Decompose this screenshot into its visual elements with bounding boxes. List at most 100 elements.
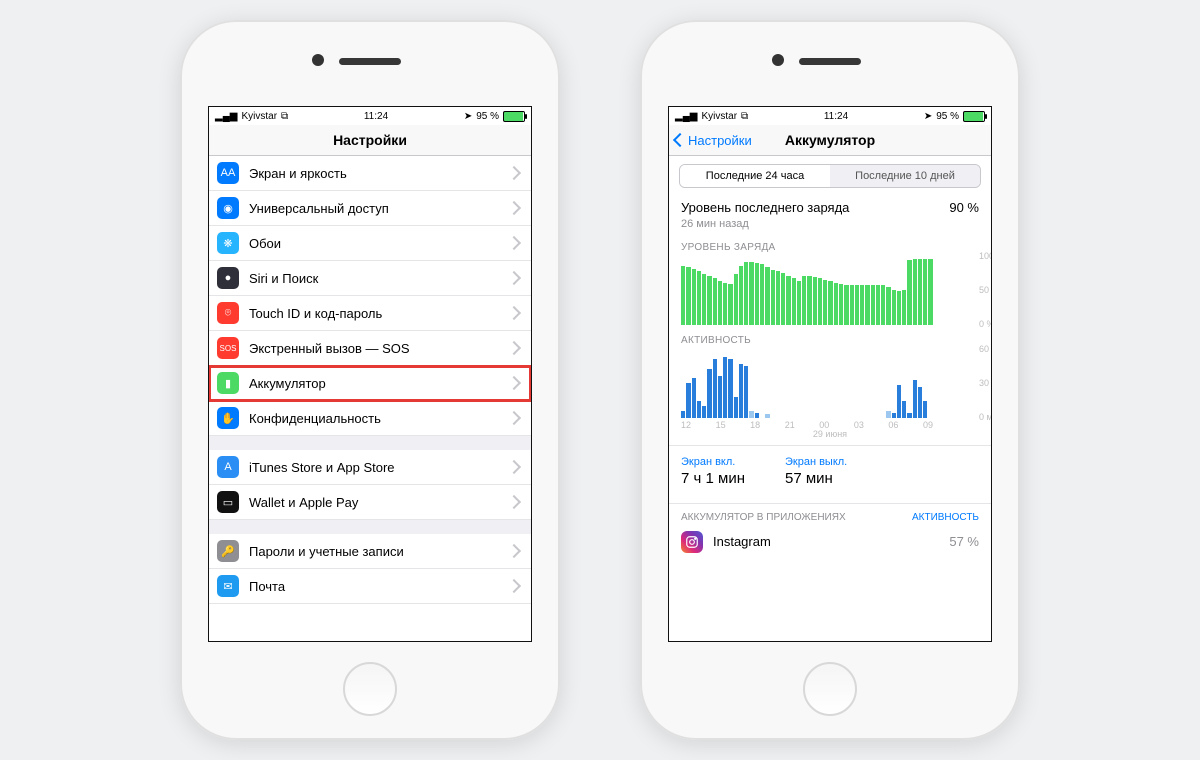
status-time: 11:24 xyxy=(364,111,388,122)
segmented-control[interactable]: Последние 24 часа Последние 10 дней xyxy=(669,156,991,196)
activity-header: АКТИВНОСТЬ xyxy=(669,325,991,348)
phone-right: ▂▄▆ Kyivstar ⧉ 11:24 ➤ 95 % Настройки Аккум… xyxy=(640,20,1020,740)
last-charge-label: Уровень последнего заряда xyxy=(681,200,849,216)
settings-row[interactable]: ▭ Wallet и Apple Pay xyxy=(209,485,531,520)
settings-row[interactable]: ◉ Универсальный доступ xyxy=(209,191,531,226)
row-icon: ⌾ xyxy=(217,302,239,324)
instagram-icon xyxy=(681,531,703,553)
x-date: 29 июня xyxy=(669,429,991,439)
battery-icon xyxy=(503,111,525,122)
back-label: Настройки xyxy=(688,133,752,148)
row-label: iTunes Store и App Store xyxy=(249,460,509,475)
location-icon: ➤ xyxy=(924,111,932,122)
charge-chart: 100 % 50 % 0 % xyxy=(681,255,979,325)
settings-row[interactable]: AiTunes Store и App Store xyxy=(209,436,531,485)
chevron-right-icon xyxy=(507,166,521,180)
page-title: Настройки xyxy=(333,132,407,148)
activity-link[interactable]: АКТИВНОСТЬ xyxy=(912,512,979,523)
chevron-right-icon xyxy=(507,306,521,320)
location-icon: ➤ xyxy=(464,111,472,122)
tab-10d[interactable]: Последние 10 дней xyxy=(830,165,980,187)
row-icon: AA xyxy=(217,162,239,184)
settings-row[interactable]: ✉Почта xyxy=(209,569,531,604)
usage-row: Экран вкл. 7 ч 1 мин Экран выкл. 57 мин xyxy=(669,446,991,497)
chevron-right-icon xyxy=(507,236,521,250)
settings-row[interactable]: AAЭкран и яркость xyxy=(209,156,531,191)
battery-pct: 95 % xyxy=(936,111,959,122)
row-icon: SOS xyxy=(217,337,239,359)
row-icon: ✉ xyxy=(217,575,239,597)
status-bar: ▂▄▆ Kyivstar ⧉ 11:24 ➤ 95 % xyxy=(209,107,531,125)
ytick: 0 мин xyxy=(979,412,992,422)
row-label: Универсальный доступ xyxy=(249,201,509,216)
row-label: Обои xyxy=(249,236,509,251)
chevron-right-icon xyxy=(507,544,521,558)
row-label: Конфиденциальность xyxy=(249,411,509,426)
ytick: 100 % xyxy=(979,251,992,261)
chevron-right-icon xyxy=(507,376,521,390)
activity-chart: 60 мин 30 мин 0 мин xyxy=(681,348,979,418)
stage: ▂▄▆Kyivstar⧉ 11:24 ➤95 % Настройки AAЭкр… xyxy=(0,0,1200,760)
settings-row[interactable]: ✋Конфиденциальность xyxy=(209,401,531,436)
carrier-label: Kyivstar xyxy=(241,111,277,122)
nav-bar: Настройки xyxy=(209,125,531,156)
nav-bar: Настройки Аккумулятор xyxy=(669,125,991,156)
row-icon: ▮ xyxy=(217,372,239,394)
ytick: 0 % xyxy=(979,319,992,329)
row-label: Аккумулятор xyxy=(249,376,509,391)
ytick: 60 мин xyxy=(979,344,992,354)
apps-header: АККУМУЛЯТОР В ПРИЛОЖЕНИЯХ АКТИВНОСТЬ xyxy=(669,504,991,527)
row-icon: A xyxy=(217,456,239,478)
speaker-slot xyxy=(339,58,401,65)
wifi-icon: ⧉ xyxy=(281,111,288,122)
row-icon: 🔑 xyxy=(217,540,239,562)
chevron-right-icon xyxy=(507,341,521,355)
row-label: Wallet и Apple Pay xyxy=(249,495,509,510)
signal-icon: ▂▄▆ xyxy=(675,111,697,122)
tab-24h[interactable]: Последние 24 часа xyxy=(680,165,830,187)
camera-dot xyxy=(312,54,324,66)
chevron-right-icon xyxy=(507,271,521,285)
screen-on-label: Экран вкл. xyxy=(681,456,745,468)
row-label: Экстренный вызов — SOS xyxy=(249,341,509,356)
battery-icon xyxy=(963,111,985,122)
carrier-label: Kyivstar xyxy=(701,111,737,122)
status-bar: ▂▄▆ Kyivstar ⧉ 11:24 ➤ 95 % xyxy=(669,107,991,125)
camera-dot xyxy=(772,54,784,66)
row-label: Siri и Поиск xyxy=(249,271,509,286)
chevron-right-icon xyxy=(507,579,521,593)
wifi-icon: ⧉ xyxy=(741,111,748,122)
settings-row[interactable]: ⌾Touch ID и код-пароль xyxy=(209,296,531,331)
settings-row[interactable]: ● Siri и Поиск xyxy=(209,261,531,296)
battery-pct: 95 % xyxy=(476,111,499,122)
status-time: 11:24 xyxy=(824,111,848,122)
signal-icon: ▂▄▆ xyxy=(215,111,237,122)
last-charge-block: Уровень последнего заряда 90 % 26 мин на… xyxy=(669,196,991,232)
screen-off-value: 57 мин xyxy=(785,470,847,487)
settings-list: AAЭкран и яркость ◉ Универсальный доступ ❋ О… xyxy=(209,156,531,604)
row-icon: ● xyxy=(217,267,239,289)
row-icon: ▭ xyxy=(217,491,239,513)
page-title: Аккумулятор xyxy=(785,132,875,148)
screen-on-value: 7 ч 1 мин xyxy=(681,470,745,487)
apps-header-label: АККУМУЛЯТОР В ПРИЛОЖЕНИЯХ xyxy=(681,512,846,523)
speaker-slot xyxy=(799,58,861,65)
settings-row[interactable]: 🔑 Пароли и учетные записи xyxy=(209,520,531,569)
app-row[interactable]: Instagram 57 % xyxy=(669,527,991,557)
settings-row[interactable]: SOS Экстренный вызов — SOS xyxy=(209,331,531,366)
charge-level-header: УРОВЕНЬ ЗАРЯДА xyxy=(669,232,991,255)
chevron-right-icon xyxy=(507,460,521,474)
back-button[interactable]: Настройки xyxy=(675,133,752,148)
app-name: Instagram xyxy=(713,534,949,549)
chevron-right-icon xyxy=(507,411,521,425)
last-charge-sub: 26 мин назад xyxy=(681,218,979,230)
row-icon: ◉ xyxy=(217,197,239,219)
chevron-left-icon xyxy=(673,133,687,147)
row-label: Пароли и учетные записи xyxy=(249,544,509,559)
row-icon: ❋ xyxy=(217,232,239,254)
ytick: 50 % xyxy=(979,285,992,295)
settings-row[interactable]: ❋ Обои xyxy=(209,226,531,261)
chevron-right-icon xyxy=(507,201,521,215)
phone-left: ▂▄▆ Kyivstar ⧉ 11:24 ➤ 95 % Настройки AAЭкр… xyxy=(180,20,560,740)
settings-row[interactable]: ▮ Аккумулятор xyxy=(209,366,531,401)
